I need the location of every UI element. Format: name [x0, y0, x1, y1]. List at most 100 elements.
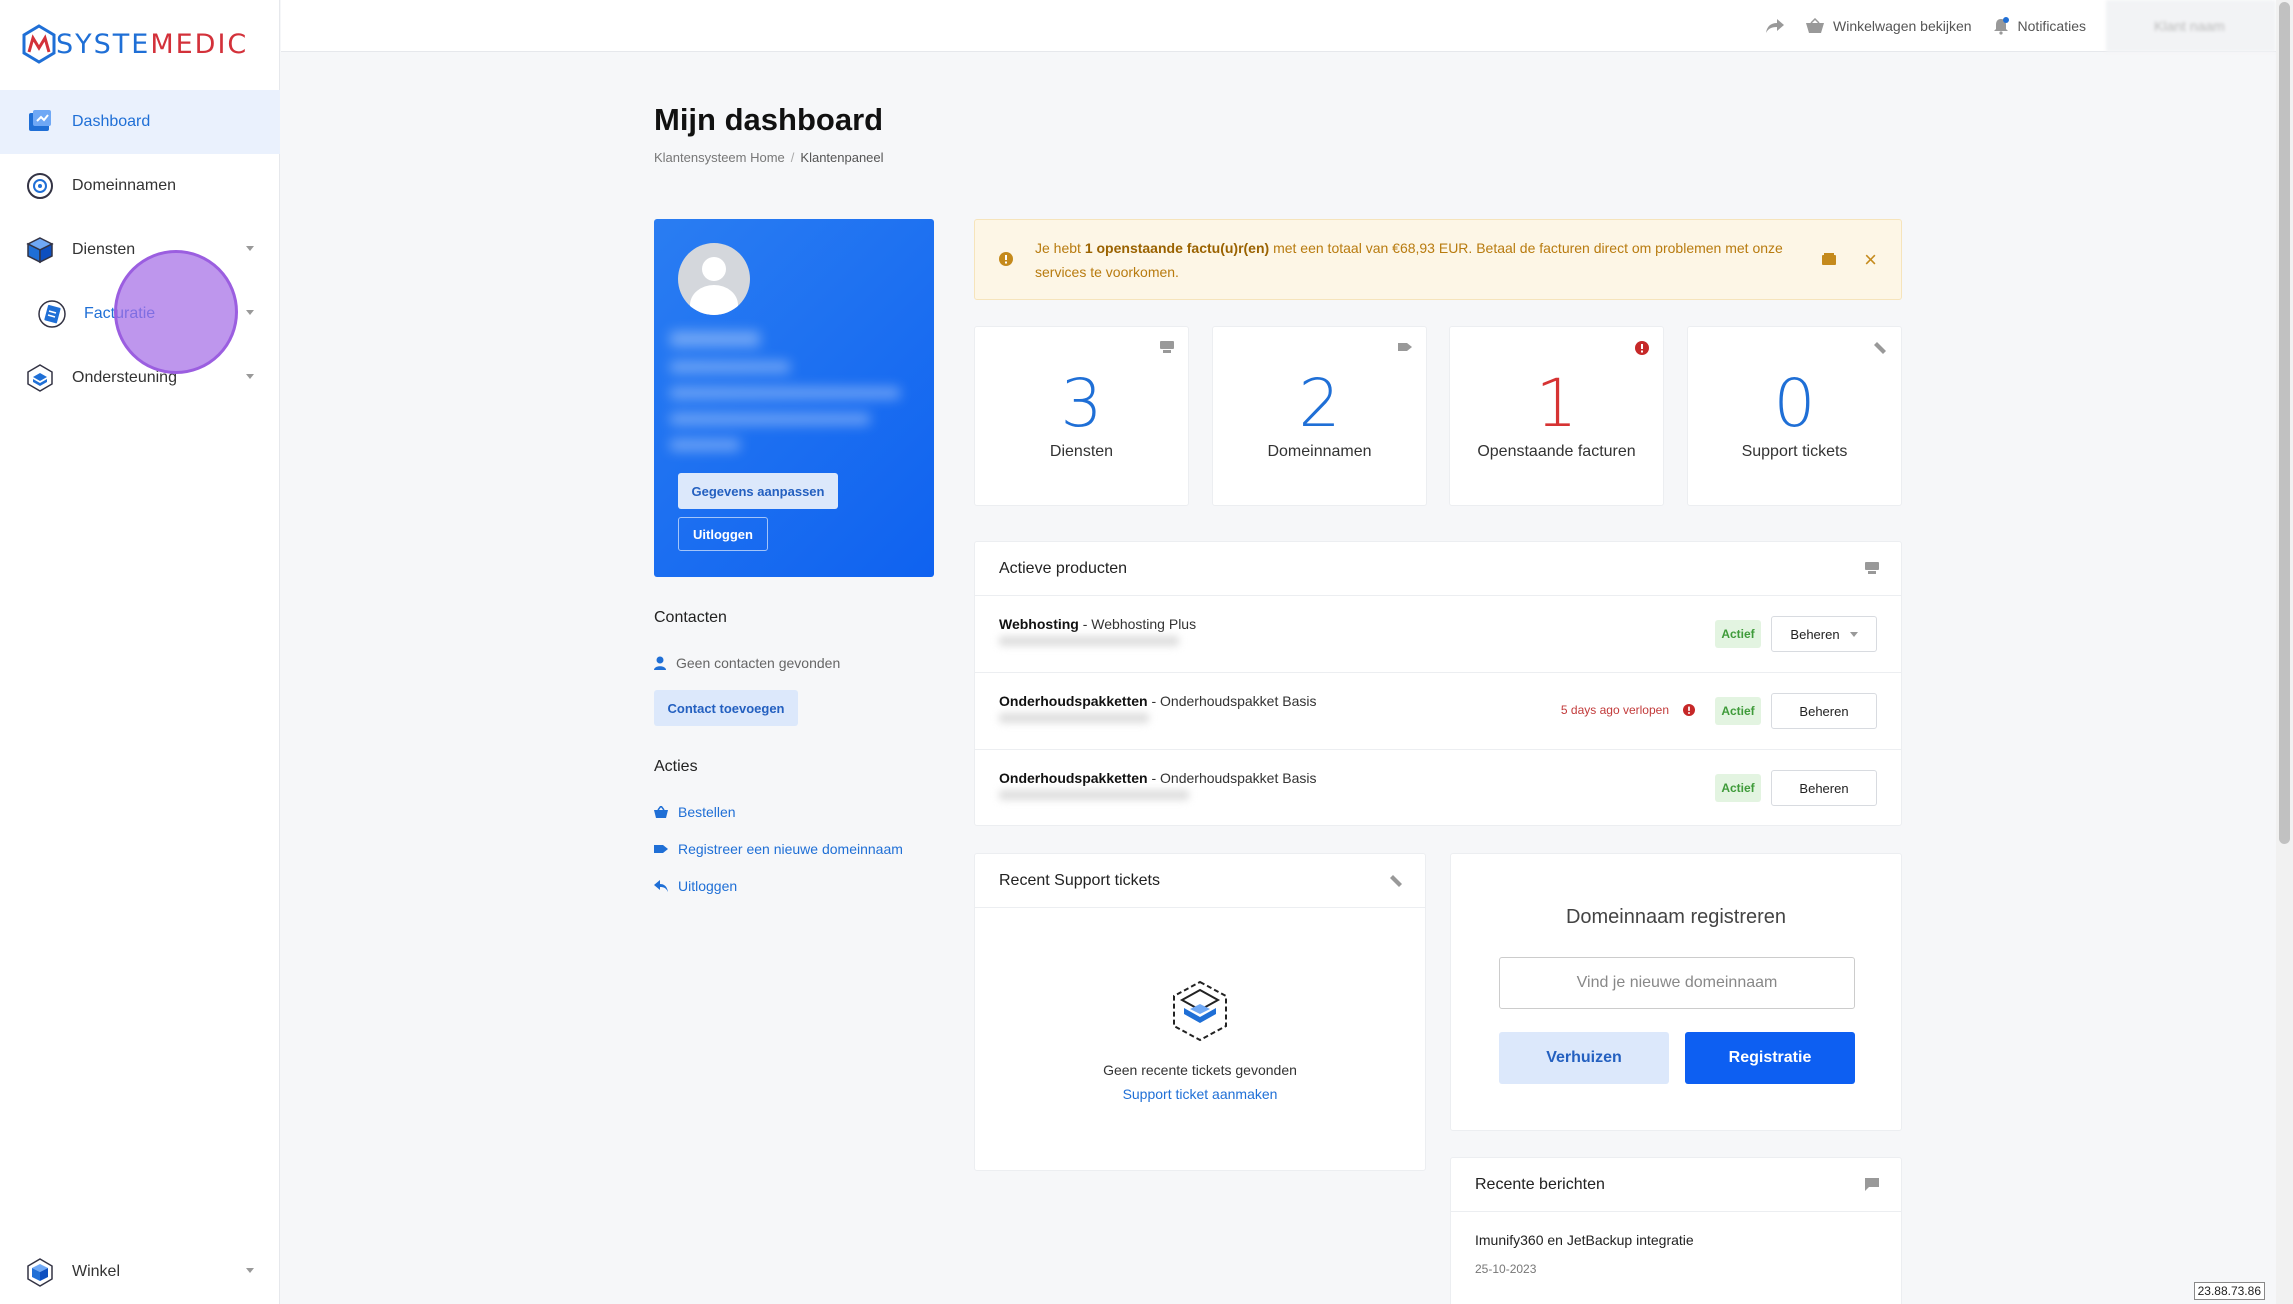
status-badge: Actief [1715, 620, 1761, 648]
bell-icon [1993, 17, 2009, 35]
globe-icon [24, 170, 56, 202]
profile-card: Gegevens aanpassen Uitloggen [654, 219, 934, 577]
register-domain-link[interactable]: Registreer een nieuwe domeinnaam [654, 841, 903, 857]
chevron-down-icon [246, 374, 254, 379]
wallet-icon[interactable] [1821, 252, 1837, 266]
ticket-icon [1390, 875, 1402, 887]
alert-message: Je hebt 1 openstaande factu(u)r(en) met … [1035, 240, 1783, 280]
contacts-heading: Contacten [654, 609, 727, 626]
stat-services[interactable]: 3 Diensten [974, 326, 1189, 506]
unpaid-invoice-alert: Je hebt 1 openstaande factu(u)r(en) met … [974, 219, 1902, 300]
dashboard-icon [24, 106, 56, 138]
share-button[interactable] [1765, 18, 1785, 34]
recent-news-panel: Recente berichten Imunify360 en JetBacku… [1450, 1157, 1902, 1304]
domain-register-title: Domeinnaam registreren [1565, 906, 1787, 928]
notifications-link[interactable]: Notificaties [1992, 17, 2086, 35]
view-cart-link[interactable]: Winkelwagen bekijken [1805, 18, 1972, 34]
sidebar-nav: Dashboard Domeinnamen Diensten Facturati… [0, 90, 280, 410]
breadcrumb-current: Klantenpaneel [800, 150, 884, 165]
share-icon [1766, 19, 1784, 33]
sidebar-item-dashboard[interactable]: Dashboard [0, 90, 280, 154]
sidebar-item-label: Diensten [72, 241, 136, 258]
empty-box-icon [1173, 980, 1227, 1042]
contacts-empty: Geen contacten gevonden [654, 655, 840, 671]
product-row: Onderhoudspakketten - Onderhoudspakket B… [975, 750, 1901, 827]
edit-details-button[interactable]: Gegevens aanpassen [678, 473, 838, 509]
recent-tickets-panel: Recent Support tickets Geen recente tick… [974, 853, 1426, 1171]
stat-domains[interactable]: 2 Domeinnamen [1212, 326, 1427, 506]
product-row: Onderhoudspakketten - Onderhoudspakket B… [975, 673, 1901, 750]
scrollbar[interactable] [2276, 0, 2293, 1304]
panel-header: Actieve producten [975, 542, 1901, 596]
sidebar-item-label: Dashboard [72, 113, 151, 130]
product-name[interactable]: Onderhoudspakketten - Onderhoudspakket B… [999, 770, 1316, 786]
close-icon[interactable]: × [1864, 247, 1877, 273]
product-name[interactable]: Onderhoudspakketten - Onderhoudspakket B… [999, 693, 1316, 709]
status-badge: Actief [1715, 774, 1761, 802]
manage-button[interactable]: Beheren [1771, 693, 1877, 729]
breadcrumb-home-link[interactable]: Klantensysteem Home [654, 150, 785, 165]
product-domain-redacted [999, 790, 1189, 800]
basket-icon [654, 806, 668, 818]
transfer-button[interactable]: Verhuizen [1499, 1032, 1669, 1084]
profile-info-redacted [670, 331, 920, 451]
stat-support-tickets[interactable]: 0 Support tickets [1687, 326, 1902, 506]
breadcrumb: Klantensysteem Home / Klantenpaneel [654, 150, 884, 165]
domain-search-input[interactable]: Vind je nieuwe domeinnaam [1499, 957, 1855, 1009]
comment-icon [1865, 1178, 1879, 1191]
add-contact-button[interactable]: Contact toevoegen [654, 690, 798, 726]
actions-heading: Acties [654, 758, 698, 775]
logo-mark-icon [22, 24, 56, 64]
server-icon [1160, 341, 1174, 353]
box-icon [24, 234, 56, 266]
invoice-icon [36, 298, 68, 330]
stat-unpaid-invoices[interactable]: 1 Openstaande facturen [1449, 326, 1664, 506]
topbar-actions: Winkelwagen bekijken Notificaties Klant … [1765, 0, 2276, 52]
topbar: Winkelwagen bekijken Notificaties Klant … [281, 0, 2276, 52]
person-icon [654, 656, 666, 670]
sidebar-item-label: Ondersteuning [72, 369, 177, 386]
sidebar-item-ondersteuning[interactable]: Ondersteuning [0, 346, 280, 410]
product-domain-redacted [999, 636, 1179, 646]
exclamation-icon [999, 252, 1013, 266]
page-title: Mijn dashboard [654, 102, 884, 137]
sidebar-item-label: Facturatie [84, 305, 156, 322]
scrollbar-thumb[interactable] [2279, 2, 2290, 844]
product-name[interactable]: Webhosting - Webhosting Plus [999, 616, 1196, 632]
exclamation-icon [1635, 341, 1649, 355]
product-row: Webhosting - Webhosting Plus Actief Behe… [975, 596, 1901, 673]
sidebar-item-domeinnamen[interactable]: Domeinnamen [0, 154, 280, 218]
domain-register-panel: Domeinnaam registreren Vind je nieuwe do… [1450, 853, 1902, 1131]
sidebar: SYSTEMEDIC Dashboard Domeinnamen Dienste… [0, 0, 280, 1304]
sidebar-item-diensten[interactable]: Diensten [0, 218, 280, 282]
logout-button[interactable]: Uitloggen [678, 517, 768, 551]
sidebar-bottom: Winkel [0, 1240, 280, 1304]
tag-icon [1398, 343, 1412, 351]
panel-header: Recente berichten [1451, 1158, 1901, 1212]
status-badge: Actief [1715, 697, 1761, 725]
shop-icon [24, 1256, 56, 1288]
news-item[interactable]: Imunify360 en JetBackup integratie 25-10… [1475, 1232, 1694, 1276]
ip-address: 23.88.73.86 [2193, 1282, 2265, 1300]
register-button[interactable]: Registratie [1685, 1032, 1855, 1084]
logout-link[interactable]: Uitloggen [654, 878, 737, 894]
exclamation-icon [1683, 704, 1695, 716]
manage-dropdown-button[interactable]: Beheren [1771, 616, 1877, 652]
expired-notice: 5 days ago verlopen [1561, 703, 1695, 717]
order-link[interactable]: Bestellen [654, 804, 736, 820]
tag-icon [654, 845, 668, 853]
reply-icon [654, 880, 668, 892]
chevron-down-icon [246, 1268, 254, 1273]
sidebar-item-label: Winkel [72, 1263, 121, 1280]
sidebar-item-label: Domeinnamen [72, 177, 177, 194]
create-ticket-link[interactable]: Support ticket aanmaken [975, 1086, 1425, 1102]
systemedic-logo[interactable]: SYSTEMEDIC [22, 22, 248, 66]
support-icon [24, 362, 56, 394]
product-domain-redacted [999, 713, 1149, 723]
sidebar-item-winkel[interactable]: Winkel [0, 1240, 280, 1304]
basket-icon [1806, 18, 1824, 33]
manage-button[interactable]: Beheren [1771, 770, 1877, 806]
ticket-icon [1874, 342, 1886, 354]
user-menu[interactable]: Klant naam [2106, 0, 2276, 52]
sidebar-item-facturatie[interactable]: Facturatie [0, 282, 280, 346]
